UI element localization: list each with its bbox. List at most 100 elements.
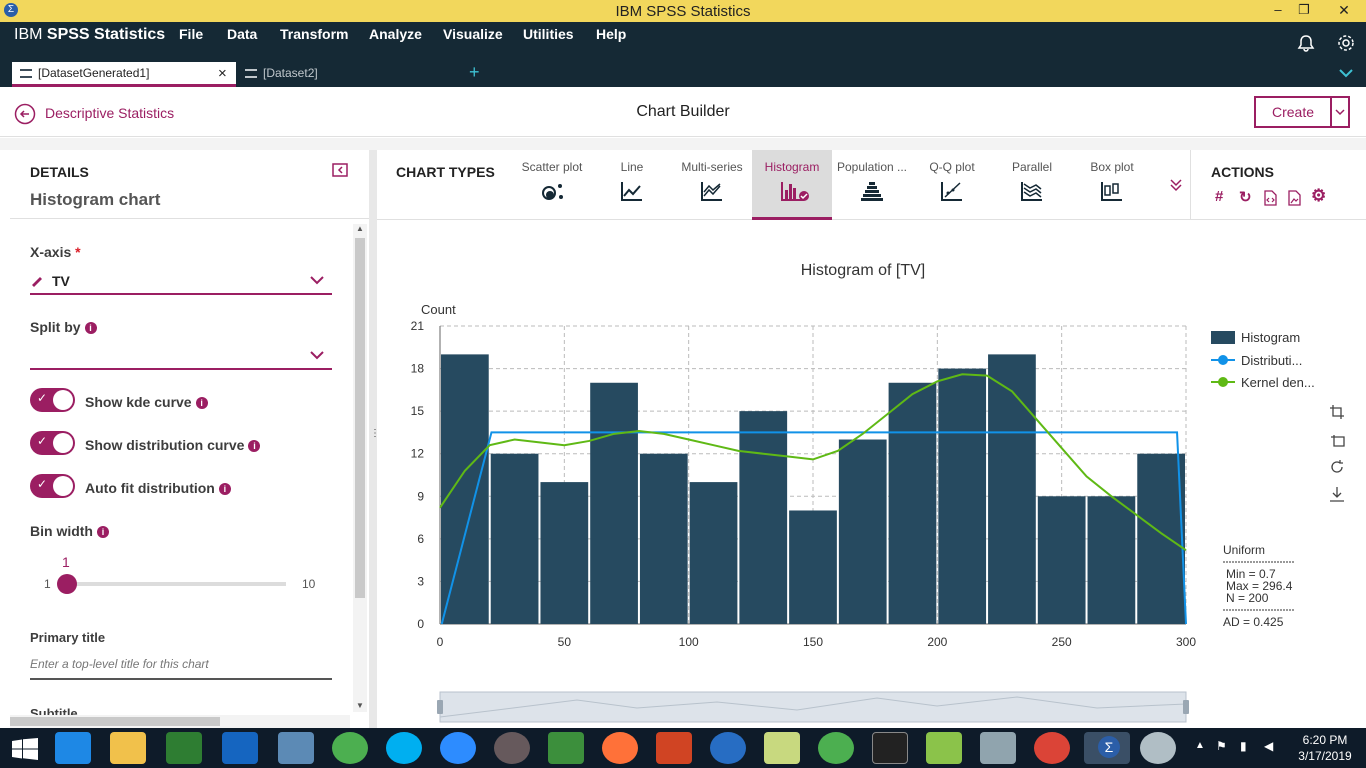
menu-analyze[interactable]: Analyze [369, 26, 422, 42]
range-navigator[interactable] [439, 691, 1187, 723]
spring-tool-icon[interactable] [818, 732, 854, 764]
close-tab-icon[interactable]: × [218, 62, 227, 85]
info-icon[interactable]: i [84, 322, 97, 334]
outlook-icon[interactable] [222, 732, 258, 764]
create-dropdown-button[interactable] [1330, 98, 1348, 126]
range-handle-left[interactable] [437, 700, 443, 714]
menu-file[interactable]: File [179, 26, 203, 42]
scrollbar-thumb[interactable] [10, 717, 220, 726]
crop-icon[interactable] [1329, 404, 1345, 420]
control-panel-icon[interactable] [278, 732, 314, 764]
chart-type-multi-series[interactable]: Multi-series [672, 150, 752, 220]
settings-gear-icon[interactable] [1337, 34, 1355, 52]
zoom-icon[interactable] [440, 732, 476, 764]
terminal-icon[interactable] [872, 732, 908, 764]
panel-splitter[interactable]: ⋮ [369, 150, 380, 728]
media-player-icon[interactable] [548, 732, 584, 764]
tab-dataset2[interactable]: [Dataset2] [237, 62, 461, 87]
taskbar-date[interactable]: 3/17/2019 [1294, 749, 1356, 763]
image-icon[interactable] [1287, 190, 1301, 206]
tray-expand-icon[interactable]: ▲ [1195, 740, 1205, 751]
y-tick-label: 12 [411, 447, 425, 461]
chart-type-qq-plot[interactable]: Q-Q plot [912, 150, 992, 220]
legend-marker-distribution [1218, 355, 1228, 365]
chart-type-scatter-plot[interactable]: Scatter plot [512, 150, 592, 220]
skype-icon[interactable] [386, 732, 422, 764]
maximize-button[interactable]: ❐ [1282, 0, 1326, 22]
auto-fit-distribution-toggle[interactable]: ✓ [30, 474, 75, 498]
menu-visualize[interactable]: Visualize [443, 26, 503, 42]
download-icon[interactable] [1329, 486, 1345, 502]
powerpoint-icon[interactable] [656, 732, 692, 764]
close-window-button[interactable]: ✕ [1322, 0, 1366, 22]
info-icon[interactable]: i [195, 397, 208, 409]
battery-icon[interactable]: ▮ [1240, 739, 1247, 753]
chart-type-line[interactable]: Line [592, 150, 672, 220]
menu-data[interactable]: Data [227, 26, 257, 42]
histogram-bar [441, 354, 489, 624]
y-tick-label: 18 [411, 362, 425, 376]
menu-help[interactable]: Help [596, 26, 626, 42]
menu-transform[interactable]: Transform [280, 26, 348, 42]
chart-type-histogram[interactable]: Histogram [752, 150, 832, 220]
text-editor-icon[interactable] [980, 732, 1016, 764]
code-icon[interactable] [1263, 190, 1277, 206]
spring-icon[interactable] [332, 732, 368, 764]
show-kde-curve-toggle[interactable]: ✓ [30, 388, 75, 412]
reset-icon[interactable] [1329, 459, 1345, 475]
show-distribution-curve-toggle[interactable]: ✓ [30, 431, 75, 455]
xaxis-select[interactable]: TV [30, 268, 332, 295]
chevron-down-icon[interactable] [1339, 68, 1353, 78]
chart-type-parallel[interactable]: Parallel [992, 150, 1072, 220]
scroll-up-arrow-icon[interactable]: ▲ [356, 224, 364, 233]
firefox-icon[interactable] [602, 732, 638, 764]
chart-type-label: Multi-series [681, 160, 743, 174]
collapse-panel-icon[interactable] [332, 163, 348, 177]
chart-type-label: Box plot [1090, 160, 1134, 174]
menu-utilities[interactable]: Utilities [523, 26, 574, 42]
volume-icon[interactable]: ◀ [1264, 739, 1273, 753]
bin-width-slider-track[interactable] [62, 582, 286, 586]
primary-title-input[interactable]: Enter a top-level title for this chart [30, 654, 332, 680]
undo-zoom-icon[interactable] [1329, 432, 1345, 448]
add-tab-icon[interactable]: + [469, 62, 480, 83]
tab-label: [DatasetGenerated1] [38, 66, 150, 80]
tab-datasetgenerated1[interactable]: [DatasetGenerated1] × [12, 62, 236, 87]
stats-ad: AD = 0.425 [1223, 615, 1284, 629]
divider [10, 218, 370, 219]
chart-type-box-plot[interactable]: Box plot [1072, 150, 1152, 220]
chart-types-bar: CHART TYPES Scatter plot Line Multi-seri… [377, 150, 1366, 220]
chart-type-population[interactable]: Population ... [832, 150, 912, 220]
windows-start-icon[interactable] [12, 738, 38, 760]
taskbar-time[interactable]: 6:20 PM [1294, 733, 1356, 747]
bin-width-slider-handle[interactable] [57, 574, 77, 594]
hash-icon[interactable]: # [1215, 188, 1223, 205]
expand-chart-types-icon[interactable] [1169, 178, 1183, 192]
paint-icon[interactable] [1140, 732, 1176, 764]
horizontal-scrollbar[interactable] [10, 715, 350, 728]
chrome-icon[interactable] [1034, 732, 1070, 764]
settings-icon[interactable]: ⚙ [1311, 186, 1326, 206]
refresh-icon[interactable]: ↻ [1239, 188, 1252, 206]
scrollbar-thumb[interactable] [355, 238, 365, 598]
file-explorer-icon[interactable] [110, 732, 146, 764]
spss-taskbar-icon[interactable]: Σ [1084, 732, 1130, 764]
scroll-down-arrow-icon[interactable]: ▼ [356, 701, 364, 710]
windows-taskbar: Σ ▲ ⚑ ▮ ◀ 6:20 PM 3/17/2019 [0, 728, 1366, 768]
notepad-plus-icon[interactable] [926, 732, 962, 764]
split-by-select[interactable] [30, 343, 332, 370]
info-icon[interactable]: i [97, 526, 109, 538]
notification-bell-icon[interactable] [1297, 34, 1315, 52]
atom-icon[interactable] [494, 732, 530, 764]
title-bar: Σ IBM SPSS Statistics – ❐ ✕ [0, 0, 1366, 22]
sticky-notes-icon[interactable] [764, 732, 800, 764]
range-handle-right[interactable] [1183, 700, 1189, 714]
info-icon[interactable]: i [218, 483, 231, 495]
store-icon[interactable] [166, 732, 202, 764]
r-icon[interactable] [710, 732, 746, 764]
create-button[interactable]: Create [1256, 98, 1330, 126]
network-icon[interactable]: ⚑ [1216, 739, 1227, 753]
info-icon[interactable]: i [248, 440, 261, 452]
vertical-scrollbar[interactable]: ▲ ▼ [353, 224, 367, 712]
edge-icon[interactable] [55, 732, 91, 764]
